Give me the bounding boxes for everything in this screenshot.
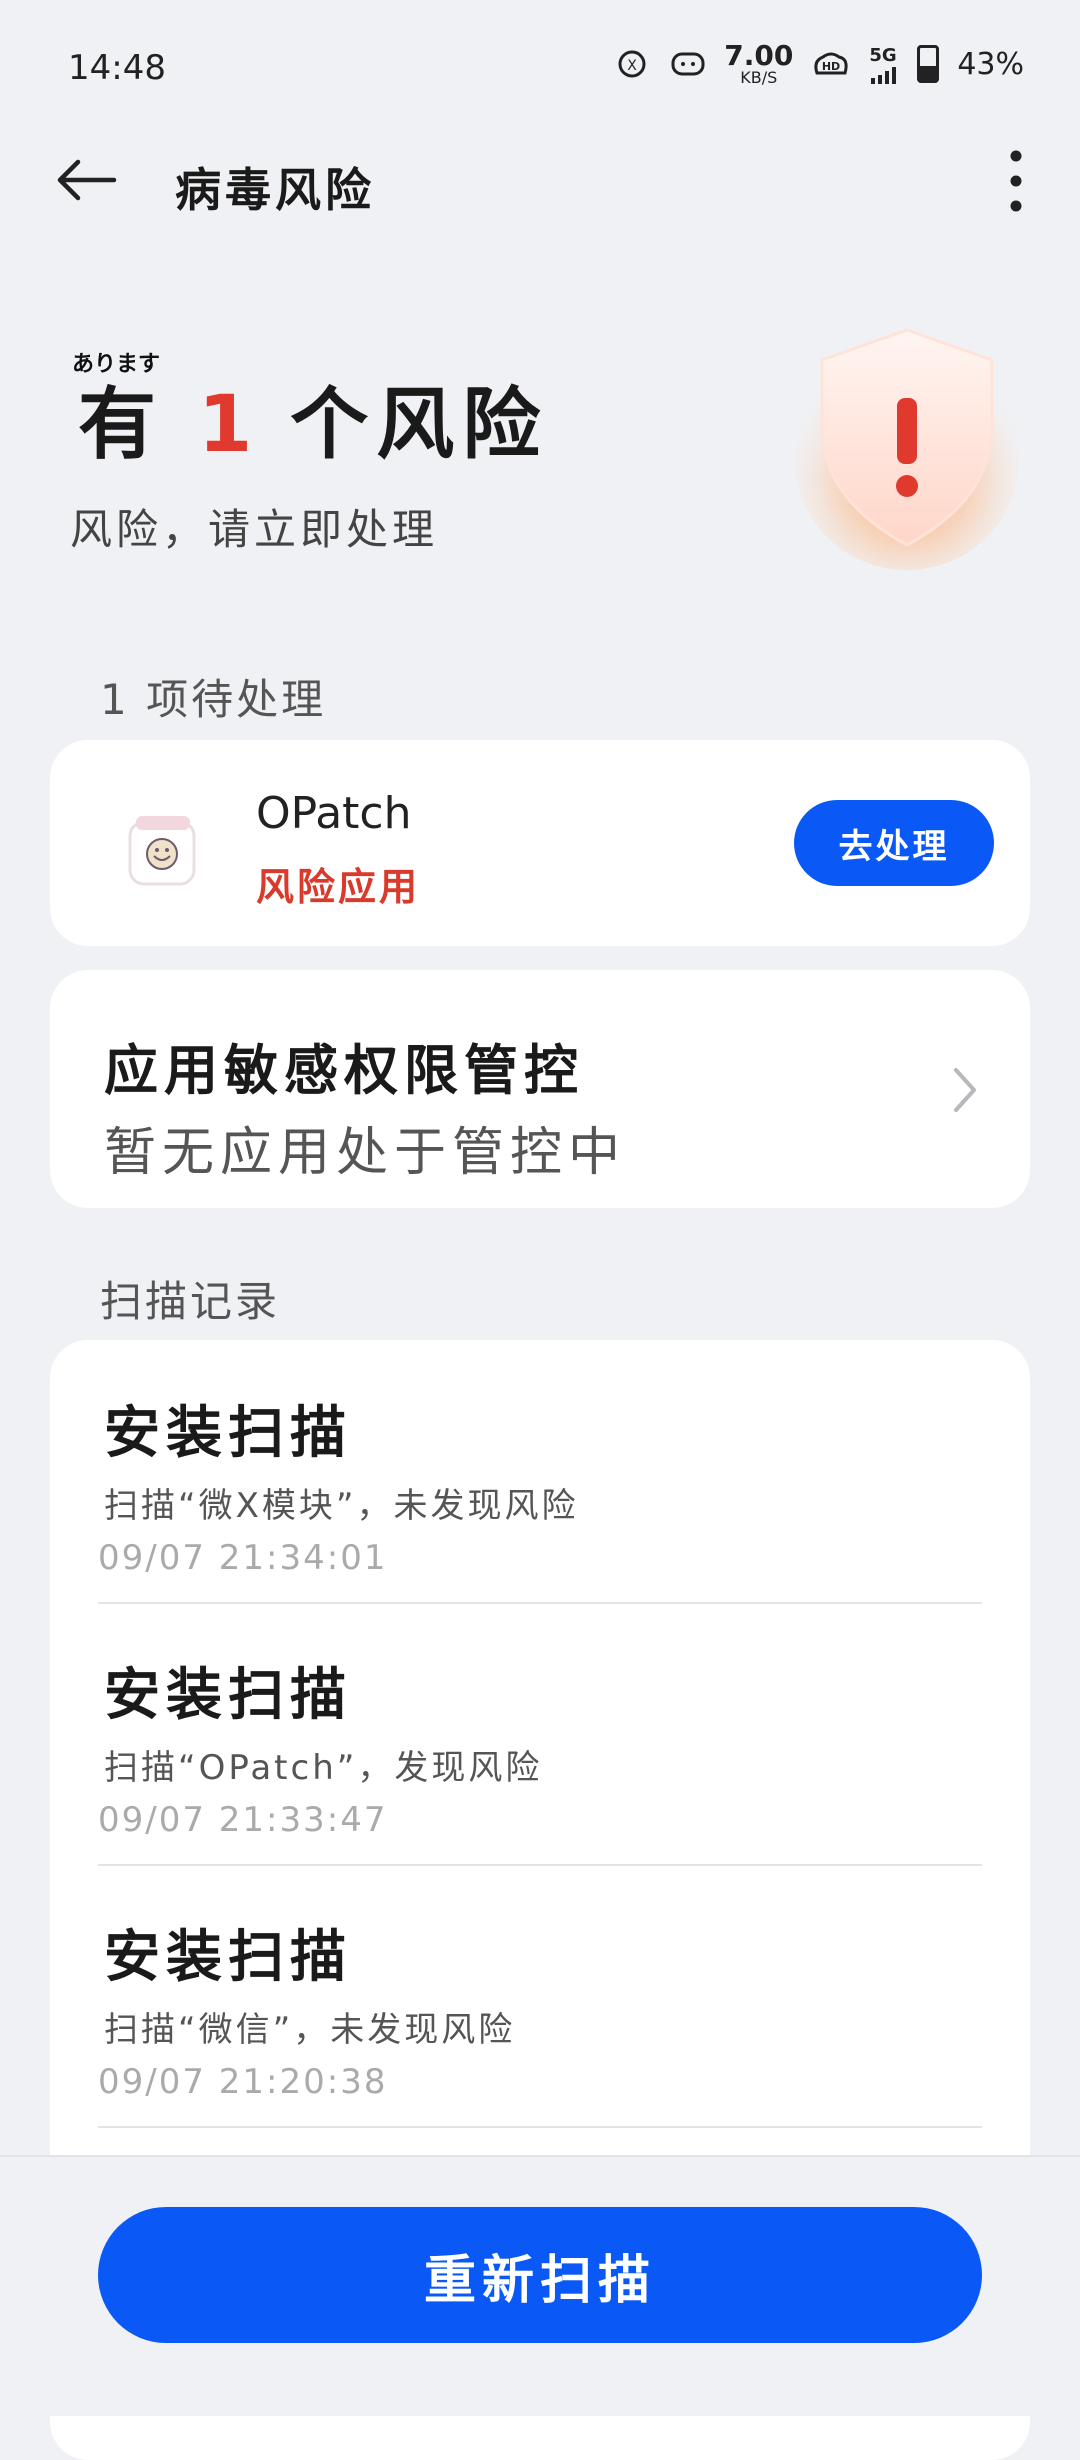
scan-record-desc: 扫描“微X模块”，未发现风险 <box>104 1486 579 1526</box>
arrow-left-icon <box>57 159 117 201</box>
svg-text:HD: HD <box>822 60 840 73</box>
battery-icon <box>917 45 940 83</box>
scan-record-item[interactable]: 安装扫描 扫描“微X模块”，未发现风险 09/07 21:34:01 <box>98 1340 982 1604</box>
bottom-action-bar: 重新扫描 <box>0 2155 1080 2416</box>
scan-record-time: 09/07 21:34:01 <box>98 1538 388 1578</box>
warning-shield-icon <box>792 310 1022 570</box>
svg-text:X: X <box>627 58 637 74</box>
scan-record-desc: 扫描“微信”，未发现风险 <box>104 2010 516 2050</box>
risk-subtitle: 风险，请立即处理 <box>70 505 439 554</box>
battery-percent: 43% <box>957 46 1024 82</box>
handle-risk-button[interactable]: 去处理 <box>794 800 994 886</box>
opatch-app-icon <box>122 810 204 892</box>
app-name: OPatch <box>256 788 412 839</box>
scan-record-title: 安装扫描 <box>104 1401 352 1466</box>
pending-app-card: OPatch 风险应用 去处理 <box>50 740 1030 946</box>
status-time: 14:48 <box>68 48 166 88</box>
net-speed: 7.00 KB/S <box>724 39 794 87</box>
rescan-button[interactable]: 重新扫描 <box>98 2207 982 2343</box>
scan-record-item[interactable]: 安装扫描 扫描“OPatch”，发现风险 09/07 21:33:47 <box>98 1602 982 1866</box>
chevron-right-icon <box>954 1068 976 1112</box>
5g-signal-icon: 5G <box>869 45 899 84</box>
risk-count: 1 <box>198 380 261 470</box>
app-risk-status: 风险应用 <box>256 865 421 909</box>
more-vertical-icon <box>1010 150 1022 212</box>
scan-records-label: 扫描记录 <box>100 1277 281 1326</box>
risk-title-prefix: 有 <box>78 380 165 470</box>
scan-record-time: 09/07 21:20:38 <box>98 2062 388 2102</box>
network-label: 5G <box>869 44 897 66</box>
page-title: 病毒风险 <box>175 163 375 217</box>
scan-record-title: 安装扫描 <box>104 1663 352 1728</box>
back-button[interactable] <box>52 150 122 210</box>
permission-title: 应用敏感权限管控 <box>104 1039 584 1102</box>
permission-control-card[interactable]: 应用敏感权限管控 暂无应用处于管控中 <box>50 970 1030 1208</box>
scan-record-time: 09/07 21:33:47 <box>98 1800 388 1840</box>
more-options-button[interactable] <box>986 146 1046 216</box>
scan-record-item[interactable]: 安装扫描 扫描“微信”，未发现风险 09/07 21:20:38 <box>98 1864 982 2128</box>
risk-count-title: 有 1 个风险 <box>78 362 548 474</box>
vpn-icon: X <box>612 47 652 81</box>
pending-section-label: 1 项待处理 <box>100 675 327 724</box>
status-icons: X 7.00 KB/S HD 5G 43% <box>612 42 1024 86</box>
permission-subtitle: 暂无应用处于管控中 <box>104 1123 627 1183</box>
hd-icon: HD <box>811 49 851 79</box>
status-bar: 14:48 X 7.00 KB/S HD 5G 43% <box>0 0 1080 130</box>
game-icon <box>670 49 706 79</box>
scan-record-title: 安装扫描 <box>104 1925 352 1990</box>
risk-title-suffix: 个风险 <box>290 380 549 470</box>
scan-record-desc: 扫描“OPatch”，发现风险 <box>104 1748 543 1788</box>
app-header: 病毒风险 <box>0 140 1080 220</box>
